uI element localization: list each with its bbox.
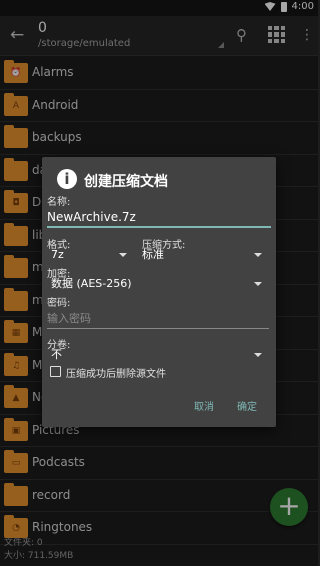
dropdown-arrow-icon bbox=[119, 253, 127, 257]
archive-name-input[interactable]: NewArchive.7z bbox=[47, 208, 271, 228]
split-value: 不 bbox=[51, 348, 62, 361]
format-select[interactable]: 7z bbox=[51, 247, 127, 263]
format-value: 7z bbox=[51, 248, 64, 261]
split-select[interactable]: 不 bbox=[51, 347, 262, 363]
name-label: 名称: bbox=[47, 197, 71, 208]
encryption-value: 数据 (AES-256) bbox=[51, 277, 132, 290]
dialog-title: 创建压缩文档 bbox=[84, 174, 168, 190]
encryption-select[interactable]: 数据 (AES-256) bbox=[51, 276, 262, 292]
info-icon: i bbox=[57, 169, 77, 189]
compression-select[interactable]: 标准 bbox=[142, 247, 262, 263]
dropdown-arrow-icon bbox=[254, 353, 262, 357]
create-archive-dialog: i 创建压缩文档 名称: NewArchive.7z 格式: 压缩方式: 7z … bbox=[42, 157, 276, 427]
dropdown-arrow-icon bbox=[254, 253, 262, 257]
dropdown-arrow-icon bbox=[254, 282, 262, 286]
delete-source-checkbox[interactable] bbox=[50, 366, 61, 377]
cancel-button[interactable]: 取消 bbox=[194, 398, 214, 413]
compression-value: 标准 bbox=[142, 248, 164, 261]
password-label: 密码: bbox=[47, 298, 71, 309]
ok-button[interactable]: 确定 bbox=[237, 398, 257, 413]
password-input[interactable]: 输入密码 bbox=[47, 311, 269, 329]
delete-source-label: 压缩成功后删除源文件 bbox=[66, 369, 166, 380]
